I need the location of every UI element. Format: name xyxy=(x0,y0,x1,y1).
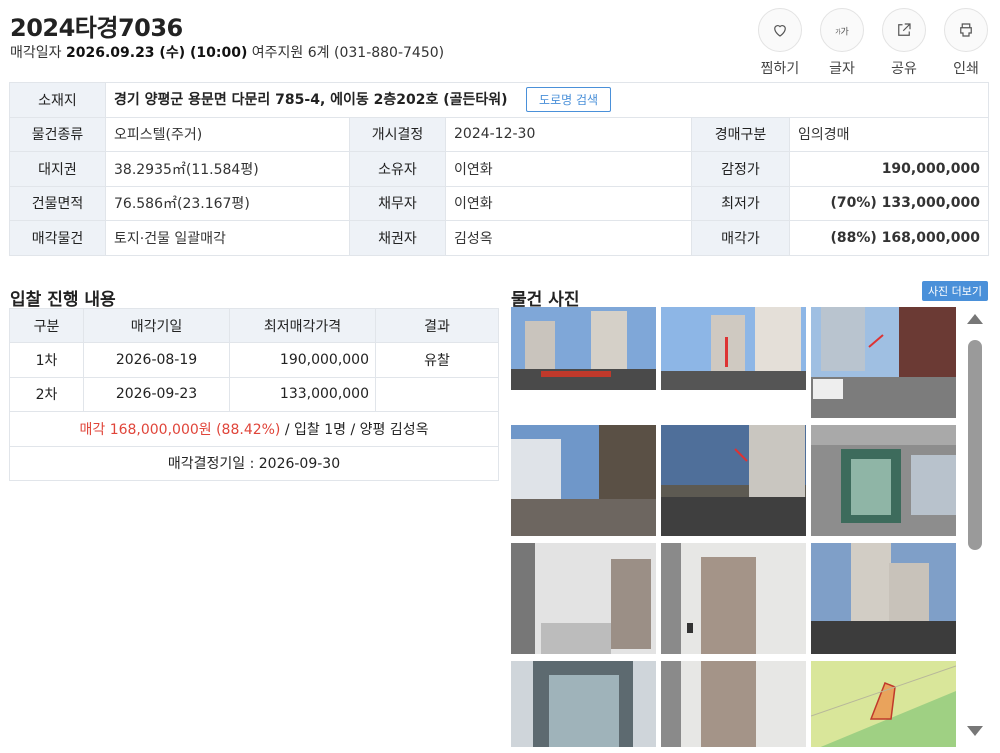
sale-summary-row: 매각 168,000,000원 (88.42%) / 입찰 1명 / 양평 김성… xyxy=(9,411,499,447)
road-search-button[interactable]: 도로명 검색 xyxy=(526,87,612,113)
bookmark-button[interactable]: 찜하기 xyxy=(756,8,804,78)
address-row: 소재지 경기 양평군 용문면 다문리 785-4, 에이동 2층202호 (골든… xyxy=(9,82,989,118)
info-key: 매각물건 xyxy=(9,220,106,256)
info-value: 임의경매 xyxy=(789,116,989,152)
font-size-icon: 가가 xyxy=(835,27,849,38)
info-value: 76.586㎡(23.167평) xyxy=(105,185,350,221)
print-button[interactable]: 인쇄 xyxy=(942,8,990,78)
sale-info: 매각일자 2026.09.23 (수) (10:00) 여주지원 6계 (031… xyxy=(10,42,444,62)
column-header: 구분 xyxy=(9,308,84,343)
info-row: 물건종류 오피스텔(주거) 개시결정 2024-12-30 경매구분 임의경매 xyxy=(9,116,989,152)
info-key: 개시결정 xyxy=(349,116,446,152)
info-key: 경매구분 xyxy=(691,116,790,152)
property-photo[interactable] xyxy=(661,543,806,654)
minimum-price: (70%) 133,000,000 xyxy=(789,185,989,221)
more-photos-button[interactable]: 사진 더보기 xyxy=(922,281,988,301)
info-value: 38.2935㎡(11.584평) xyxy=(105,151,350,187)
court-info: 여주지원 6계 (031-880-7450) xyxy=(251,45,445,61)
case-number: 2024타경7036 xyxy=(10,14,183,42)
action-bar: 찜하기 가가 글자 공유 인쇄 xyxy=(756,8,990,78)
property-photo[interactable] xyxy=(511,543,656,654)
decision-row: 매각결정기일 : 2026-09-30 xyxy=(9,445,499,481)
property-photo[interactable] xyxy=(511,661,656,747)
table-row: 1차 2026-08-19 190,000,000 유찰 xyxy=(9,342,499,378)
bidding-title: 입찰 진행 내용 xyxy=(10,290,116,310)
bookmark-label: 찜하기 xyxy=(760,61,800,77)
property-photo[interactable] xyxy=(511,307,656,390)
info-key: 소유자 xyxy=(349,151,446,187)
sale-summary-amount: 매각 168,000,000원 (88.42%) xyxy=(79,421,281,438)
result-cell xyxy=(375,376,499,412)
share-label: 공유 xyxy=(891,61,917,77)
photo-gallery xyxy=(511,307,957,747)
heart-icon xyxy=(774,25,786,37)
sale-price: (88%) 168,000,000 xyxy=(789,220,989,256)
column-header: 최저매각가격 xyxy=(229,308,376,343)
font-size-label: 글자 xyxy=(829,61,855,77)
property-map[interactable] xyxy=(811,661,956,747)
property-photo[interactable] xyxy=(661,307,806,390)
info-value: 이연화 xyxy=(445,185,692,221)
property-photo[interactable] xyxy=(661,661,806,747)
property-photo[interactable] xyxy=(811,425,956,536)
address-value: 경기 양평군 용문면 다문리 785-4, 에이동 2층202호 (골든타워) xyxy=(114,92,508,109)
print-label: 인쇄 xyxy=(953,61,979,77)
info-value: 토지·건물 일괄매각 xyxy=(105,220,350,256)
share-icon xyxy=(898,23,911,36)
sale-date-label: 매각일자 xyxy=(10,45,62,61)
sale-date: 2026.09.23 (수) (10:00) xyxy=(65,45,248,61)
info-value: 오피스텔(주거) xyxy=(105,116,350,152)
svg-text:가: 가 xyxy=(841,27,849,38)
result-cell: 유찰 xyxy=(375,342,499,378)
share-button[interactable]: 공유 xyxy=(880,8,928,78)
info-key: 감정가 xyxy=(691,151,790,187)
address-label: 소재지 xyxy=(9,82,106,118)
date-cell: 2026-09-23 xyxy=(83,376,230,412)
appraisal-price: 190,000,000 xyxy=(789,151,989,187)
round-cell: 1차 xyxy=(9,342,84,378)
bidding-table: 구분 매각기일 최저매각가격 결과 1차 2026-08-19 190,000,… xyxy=(9,308,499,481)
scrollbar-thumb[interactable] xyxy=(968,340,982,550)
info-key: 대지권 xyxy=(9,151,106,187)
print-icon xyxy=(960,23,972,37)
round-cell: 2차 xyxy=(9,376,84,412)
property-photo[interactable] xyxy=(661,425,806,536)
property-photo[interactable] xyxy=(511,425,656,536)
info-key: 채권자 xyxy=(349,220,446,256)
decision-date: 매각결정기일 : 2026-09-30 xyxy=(9,445,499,481)
info-row: 대지권 38.2935㎡(11.584평) 소유자 이연화 감정가 190,00… xyxy=(9,151,989,187)
info-key: 물건종류 xyxy=(9,116,106,152)
info-row: 매각물건 토지·건물 일괄매각 채권자 김성옥 매각가 (88%) 168,00… xyxy=(9,220,989,256)
sale-summary-detail: / 입찰 1명 / 양평 김성옥 xyxy=(280,421,429,438)
info-key: 채무자 xyxy=(349,185,446,221)
property-photo[interactable] xyxy=(811,307,956,418)
address-cell: 경기 양평군 용문면 다문리 785-4, 에이동 2층202호 (골든타워) … xyxy=(105,82,989,118)
info-value: 이연화 xyxy=(445,151,692,187)
info-key: 최저가 xyxy=(691,185,790,221)
scroll-up-icon[interactable] xyxy=(967,314,983,324)
scroll-down-icon[interactable] xyxy=(967,726,983,736)
price-cell: 190,000,000 xyxy=(229,342,376,378)
property-info-table: 소재지 경기 양평군 용문면 다문리 785-4, 에이동 2층202호 (골든… xyxy=(9,82,989,256)
price-cell: 133,000,000 xyxy=(229,376,376,412)
font-size-button[interactable]: 가가 글자 xyxy=(818,8,866,78)
property-photo[interactable] xyxy=(811,543,956,654)
sale-summary: 매각 168,000,000원 (88.42%) / 입찰 1명 / 양평 김성… xyxy=(9,411,499,447)
column-header: 매각기일 xyxy=(83,308,230,343)
date-cell: 2026-08-19 xyxy=(83,342,230,378)
bidding-header-row: 구분 매각기일 최저매각가격 결과 xyxy=(9,308,499,343)
column-header: 결과 xyxy=(375,308,499,343)
info-key: 건물면적 xyxy=(9,185,106,221)
info-row: 건물면적 76.586㎡(23.167평) 채무자 이연화 최저가 (70%) … xyxy=(9,185,989,221)
info-value: 김성옥 xyxy=(445,220,692,256)
info-key: 매각가 xyxy=(691,220,790,256)
info-value: 2024-12-30 xyxy=(445,116,692,152)
table-row: 2차 2026-09-23 133,000,000 xyxy=(9,376,499,412)
gallery-scrollbar[interactable] xyxy=(965,310,985,740)
